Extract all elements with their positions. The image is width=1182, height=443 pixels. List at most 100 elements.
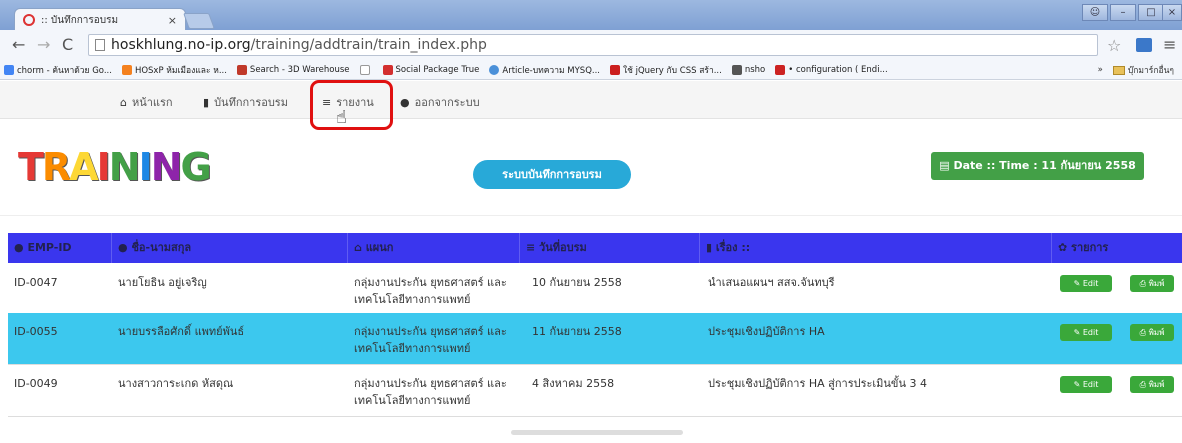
bookmarks-bar: chorm - ค้นหาด้วย Go... HOSxP ห้มเมืองแล… [0,60,1182,80]
emp-dept: กลุ่มงานประกัน ยุทธศาสตร์ และ เทคโนโลยีท… [354,325,507,355]
train-date: 11 กันยายน 2558 [532,325,622,338]
logo-letter: G [180,145,212,189]
bookmark-item[interactable]: • configuration ( Endi... [775,64,888,75]
col-date[interactable]: ≡ วันที่อบรม [520,233,700,263]
col-dept[interactable]: ⌂ แผนก [348,233,520,263]
emp-dept: กลุ่มงานประกัน ยุทธศาสตร์ และ เทคโนโลยีท… [354,276,507,306]
train-topic: ประชุมเชิงปฏิบัติการ HA สู่การประเมินขั้… [708,377,927,390]
emp-name: นายโยธิน อยู่เจริญ [118,276,207,289]
bookmark-icon [731,64,742,75]
bookmark-item[interactable]: Search - 3D Warehouse [236,64,350,75]
table-header: ● EMP-ID ● ชื่อ-นามสกุล ⌂ แผนก ≡ วันที่อ… [8,233,1182,263]
tab-title: :: บันทึกการอบรม [41,14,119,26]
bookmark-icon [121,64,132,75]
nav-logout[interactable]: ● ออกจากระบบ [400,93,480,111]
bookmark-icon [382,64,393,75]
emp-name: นางสาวการะเกด หัสดุณ [118,377,234,390]
table-row: ID-0055 นายบรรลือศักดิ์ แพทย์พันธ์ กลุ่ม… [8,313,1182,365]
file-icon: ▮ [203,95,210,109]
logo-letter: I [96,145,111,189]
other-bookmarks[interactable]: บุ๊กมาร์กอื่นๆ [1128,63,1174,77]
bookmark-icon [610,64,620,75]
divider [0,215,1182,216]
print-icon: ⎙ [1139,380,1149,389]
col-name[interactable]: ● ชื่อ-นามสกุล [112,233,348,263]
page-icon [95,39,105,51]
col-emp-id[interactable]: ● EMP-ID [8,233,112,263]
browser-tab[interactable]: :: บันทึกการอบรม × [14,8,186,31]
callout-highlight-box [310,80,393,130]
emp-id: ID-0049 [14,377,58,390]
site-navbar: ⌂ หน้าแรก ▮ บันทึกการอบรม ≡ รายงาน ● ออกจากร… [0,81,1182,119]
bookmark-item[interactable]: chorm - ค้นหาด้วย Go... [4,63,112,77]
bookmark-star-icon[interactable]: ☆ [1107,36,1121,55]
forward-icon[interactable]: → [37,36,50,54]
chevron-more-icon[interactable]: » [1098,65,1103,75]
maximize-icon[interactable]: □ [1138,4,1164,21]
url-field[interactable]: hoskhlung.no-ip.org/training/addtrain/tr… [88,34,1098,56]
bookmark-item[interactable]: Article-บทความ MYSQ... [489,63,600,77]
bookmark-item[interactable] [359,64,373,75]
date-time-badge: ▤ Date :: Time : 11 กันยายน 2558 [931,152,1144,180]
training-logo: TRAINING [18,135,218,189]
print-icon: ⎙ [1139,328,1149,337]
train-date: 10 กันยายน 2558 [532,276,622,289]
url-host: hoskhlung.no-ip.org [111,37,251,53]
bookmark-icon [489,64,500,75]
address-toolbar: ← → C hoskhlung.no-ip.org/training/addtr… [0,30,1182,60]
back-icon[interactable]: ← [12,36,25,54]
home-icon: ⌂ [120,95,127,109]
emp-dept: กลุ่มงานประกัน ยุทธศาสตร์ และ เทคโนโลยีท… [354,377,507,407]
emp-name: นายบรรลือศักดิ์ แพทย์พันธ์ [118,325,245,338]
print-icon: ⎙ [1139,279,1149,288]
bookmark-item[interactable]: HOSxP ห้มเมืองและ ห... [121,63,227,77]
print-button[interactable]: ⎙ พิมพ์ [1130,376,1174,393]
nav-home[interactable]: ⌂ หน้าแรก [120,93,173,111]
youtube-icon [775,64,786,75]
edit-button[interactable]: ✎ Edit [1060,376,1112,393]
emp-id: ID-0055 [14,325,58,338]
list-icon: ≡ [526,241,540,254]
train-date: 4 สิงหาคม 2558 [532,377,615,390]
new-tab-button[interactable] [183,13,215,29]
bookmarks-overflow[interactable]: » บุ๊กมาร์กอื่นๆ [1098,63,1174,77]
col-topic[interactable]: ▮ เรื่อง :: [700,233,1052,263]
close-window-icon[interactable]: × [1162,4,1182,21]
edit-button[interactable]: ✎ Edit [1060,275,1112,292]
logo-letter: R [41,145,71,189]
edit-button[interactable]: ✎ Edit [1060,324,1112,341]
pencil-icon: ✎ [1073,279,1083,288]
print-button[interactable]: ⎙ พิมพ์ [1130,324,1174,341]
user-icon: ● [400,95,410,109]
extension-icon[interactable] [1136,38,1152,52]
tab-close-icon[interactable]: × [168,14,177,27]
page-icon [359,64,370,75]
reload-icon[interactable]: C [62,36,73,54]
hand-cursor-icon: ☝ [336,107,347,128]
url-path: /training/addtrain/train_index.php [250,37,487,53]
home-icon: ⌂ [354,241,366,254]
system-button[interactable]: ระบบบันทึกการอบรม [473,160,631,189]
table-row: ID-0049 นางสาวการะเกด หัสดุณ กลุ่มงานประ… [8,365,1182,417]
gear-icon: ✿ [1058,241,1072,254]
logo-letter: A [69,145,98,189]
train-topic: ประชุมเชิงปฏิบัติการ HA [708,325,825,338]
print-button[interactable]: ⎙ พิมพ์ [1130,275,1174,292]
bookmark-item[interactable]: Social Package True [382,64,479,75]
menu-icon[interactable]: ≡ [1163,35,1176,54]
emp-id: ID-0047 [14,276,58,289]
logo-letter: N [108,145,141,189]
bookmark-item[interactable]: nsho [731,64,765,75]
minimize-icon[interactable]: – [1110,4,1136,21]
google-icon [4,64,14,75]
nav-record[interactable]: ▮ บันทึกการอบรม [203,93,288,111]
bookmark-item[interactable]: ใช้ jQuery กับ CSS สร้า... [610,63,722,77]
table-row: ID-0047 นายโยธิน อยู่เจริญ กลุ่มงานประกั… [8,264,1182,316]
pencil-icon: ✎ [1073,328,1083,337]
chrome-favicon-icon [23,14,35,26]
col-actions[interactable]: ✿ รายการ [1052,233,1182,263]
file-icon: ▮ [706,241,716,254]
horizontal-scrollbar[interactable] [511,430,683,435]
user-icon[interactable]: ☺ [1082,4,1108,21]
calendar-icon: ▤ [939,159,954,172]
